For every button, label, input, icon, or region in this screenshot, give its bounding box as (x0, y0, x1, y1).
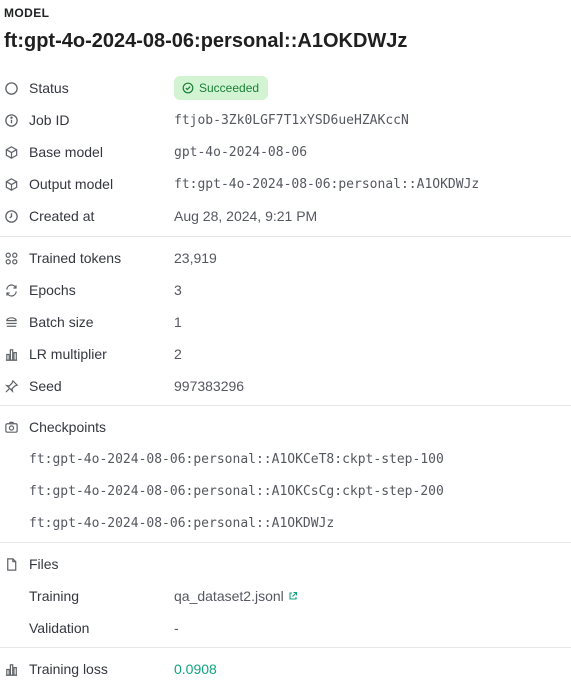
training-file-name[interactable]: qa_dataset2.jsonl (174, 588, 284, 604)
files-header: Files (0, 552, 571, 576)
training-loss-value: 0.0908 (174, 661, 217, 677)
pin-icon (3, 378, 19, 394)
model-title: ft:gpt-4o-2024-08-06:personal::A1OKDWJz (4, 30, 408, 52)
divider (0, 236, 571, 237)
training-loss-row: Training loss 0.0908 (0, 657, 571, 681)
file-icon (3, 556, 19, 572)
validation-file-value: - (174, 620, 179, 636)
batch-size-row: Batch size 1 (0, 310, 571, 334)
epochs-value: 3 (174, 282, 182, 298)
status-row: Status Succeeded (0, 76, 571, 100)
output-model-row: Output model ft:gpt-4o-2024-08-06:person… (0, 172, 571, 196)
checkpoint-name[interactable]: ft:gpt-4o-2024-08-06:personal::A1OKCeT8:… (29, 452, 444, 467)
status-badge: Succeeded (174, 76, 269, 100)
validation-file-label: Validation (29, 620, 90, 636)
output-model-value[interactable]: ft:gpt-4o-2024-08-06:personal::A1OKDWJz (174, 177, 479, 192)
divider (0, 647, 571, 648)
checkpoints-label: Checkpoints (29, 419, 107, 435)
camera-icon (3, 419, 19, 435)
created-at-label: Created at (29, 208, 95, 224)
cube-icon (3, 144, 19, 160)
checkpoints-header: Checkpoints (0, 415, 571, 439)
seed-row: Seed 997383296 (0, 374, 571, 398)
created-at-value: Aug 28, 2024, 9:21 PM (174, 208, 318, 224)
info-icon (3, 112, 19, 128)
clock-icon (3, 208, 19, 224)
created-at-row: Created at Aug 28, 2024, 9:21 PM (0, 204, 571, 228)
batch-size-value: 1 (174, 314, 182, 330)
seed-value: 997383296 (174, 378, 245, 394)
training-loss-label: Training loss (29, 661, 108, 677)
checkpoint-name[interactable]: ft:gpt-4o-2024-08-06:personal::A1OKDWJz (29, 516, 334, 531)
lr-multiplier-label: LR multiplier (29, 346, 107, 362)
validation-file-row: Validation - (0, 616, 571, 640)
lr-multiplier-value: 2 (174, 346, 182, 362)
cube-icon (3, 176, 19, 192)
batch-size-label: Batch size (29, 314, 94, 330)
circle-icon (3, 80, 19, 96)
files-label: Files (29, 556, 59, 572)
stack-icon (3, 314, 19, 330)
training-file-row: Training qa_dataset2.jsonl (0, 584, 571, 608)
epochs-row: Epochs 3 (0, 278, 571, 302)
tokens-icon (3, 250, 19, 266)
trained-tokens-label: Trained tokens (29, 250, 122, 266)
status-label: Status (29, 80, 69, 96)
repeat-icon (3, 282, 19, 298)
training-file-link[interactable]: qa_dataset2.jsonl (174, 588, 298, 604)
job-id-value[interactable]: ftjob-3Zk0LGF7T1xYSD6ueHZAKccN (174, 113, 409, 128)
base-model-value[interactable]: gpt-4o-2024-08-06 (174, 145, 307, 160)
epochs-label: Epochs (29, 282, 76, 298)
base-model-label: Base model (29, 144, 103, 160)
checkpoint-item[interactable]: ft:gpt-4o-2024-08-06:personal::A1OKCeT8:… (0, 447, 571, 471)
job-id-row: Job ID ftjob-3Zk0LGF7T1xYSD6ueHZAKccN (0, 108, 571, 132)
bar-chart-icon (3, 661, 19, 677)
trained-tokens-value: 23,919 (174, 250, 217, 266)
divider (0, 405, 571, 406)
seed-label: Seed (29, 378, 62, 394)
trained-tokens-row: Trained tokens 23,919 (0, 246, 571, 270)
external-link-icon[interactable] (288, 591, 298, 601)
checkpoint-item[interactable]: ft:gpt-4o-2024-08-06:personal::A1OKCsCg:… (0, 479, 571, 503)
job-id-label: Job ID (29, 112, 70, 128)
training-file-label: Training (29, 588, 80, 604)
lr-multiplier-row: LR multiplier 2 (0, 342, 571, 366)
divider (0, 542, 571, 543)
bar-chart-icon (3, 346, 19, 362)
status-value: Succeeded (199, 81, 260, 95)
check-circle-icon (182, 82, 194, 94)
base-model-row: Base model gpt-4o-2024-08-06 (0, 140, 571, 164)
section-label-model: MODEL (4, 6, 50, 20)
output-model-label: Output model (29, 176, 114, 192)
checkpoint-name[interactable]: ft:gpt-4o-2024-08-06:personal::A1OKCsCg:… (29, 484, 444, 499)
checkpoint-item[interactable]: ft:gpt-4o-2024-08-06:personal::A1OKDWJz (0, 511, 571, 535)
